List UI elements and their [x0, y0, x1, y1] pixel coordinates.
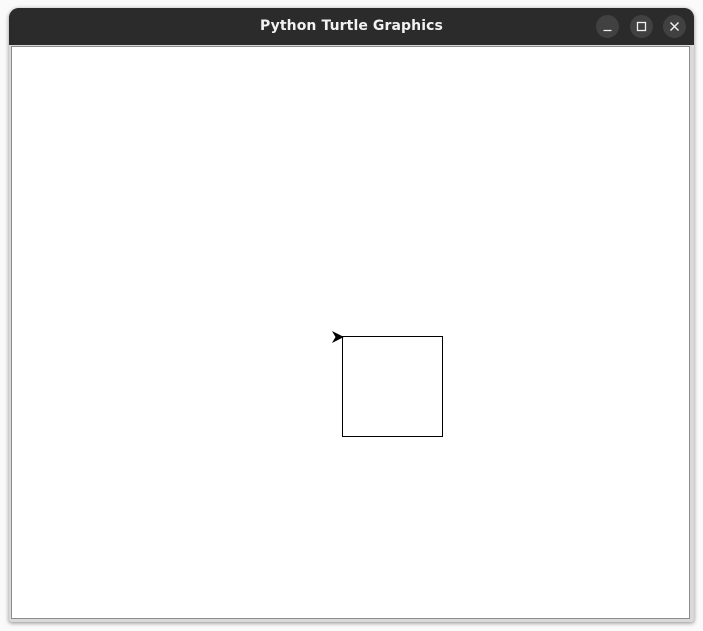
close-icon — [670, 22, 679, 31]
turtle-cursor-icon — [331, 331, 344, 343]
maximize-button[interactable] — [630, 15, 653, 38]
close-button[interactable] — [663, 15, 686, 38]
turtle-canvas[interactable] — [12, 47, 689, 618]
window-content — [9, 45, 694, 622]
window-title: Python Turtle Graphics — [260, 18, 443, 34]
minimize-button[interactable] — [596, 15, 619, 38]
minimize-icon — [603, 29, 612, 32]
maximize-icon — [636, 21, 647, 32]
turtle-drawing — [331, 331, 443, 437]
drawn-square — [342, 336, 443, 437]
title-bar[interactable]: Python Turtle Graphics — [9, 8, 694, 45]
app-window: Python Turtle Graphics — [9, 8, 694, 622]
